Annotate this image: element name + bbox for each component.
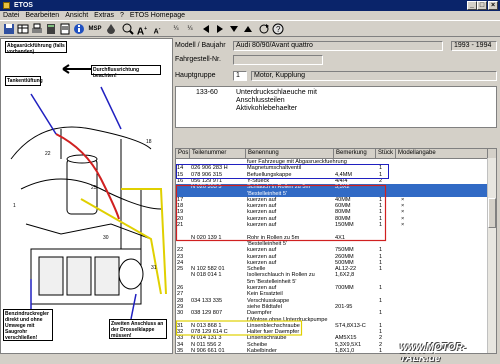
- modell-label: Modell / Baujahr: [175, 42, 226, 49]
- print-icon[interactable]: [31, 23, 43, 35]
- callout-benzindruckregler: Benzindruckregler direkt und ohne Umwege…: [3, 309, 53, 341]
- parts-diagram: 22 25 18 1 30 31: [10, 64, 167, 320]
- col-pos[interactable]: Pos: [176, 149, 190, 158]
- menu-extras[interactable]: Extras: [91, 11, 117, 20]
- title-bar: ETOS _ □ ×: [0, 0, 500, 11]
- window-title: ETOS: [14, 2, 33, 9]
- table-icon[interactable]: [17, 23, 29, 35]
- callout-abgasrueckfuehrung: Abgasrückführung (falls vorhanden): [5, 41, 67, 55]
- hauptgruppe-number[interactable]: 1: [233, 71, 247, 81]
- callout-drosselklappe: Zweiten Anschluss an der Drosselklappe m…: [109, 319, 167, 339]
- document-icon[interactable]: [59, 23, 71, 35]
- menu-ansicht[interactable]: Ansicht: [62, 11, 91, 20]
- fahrgestell-field[interactable]: [233, 55, 323, 65]
- col-benennung[interactable]: Benennung: [246, 149, 334, 158]
- arrow-right-icon[interactable]: [214, 23, 226, 35]
- arrow-left-icon[interactable]: [200, 23, 212, 35]
- svg-text:22: 22: [45, 151, 51, 157]
- col-teilenummer[interactable]: Teilenummer: [190, 149, 246, 158]
- menu-help[interactable]: ?: [117, 11, 127, 20]
- arrow-down-icon[interactable]: [228, 23, 240, 35]
- col-bemerkung[interactable]: Bemerkung: [334, 149, 376, 158]
- menu-bar: Datei Bearbeiten Ansicht Extras? ETOS Homepa…: [0, 11, 500, 20]
- hauptgruppe-field[interactable]: Motor, Kupplung: [251, 71, 497, 81]
- parts-table: Pos Teilenummer Benennung Bemerkung Stüc…: [175, 148, 497, 354]
- menu-etos-homepage[interactable]: ETOS Homepage: [127, 11, 188, 20]
- section-code: 133-60: [196, 89, 218, 96]
- arrow-up-icon[interactable]: [242, 23, 254, 35]
- section-desc-line-2: Anschlussteilen: [236, 97, 285, 104]
- callout-tankentlueftung: Tankentlüftung: [5, 76, 43, 86]
- maximize-button[interactable]: □: [477, 1, 487, 10]
- help-icon[interactable]: ?: [272, 23, 284, 35]
- info-icon[interactable]: [73, 23, 85, 35]
- fahrgestell-label: Fahrgestell-Nr.: [175, 56, 221, 63]
- catalog-pane: Modell / Baujahr Audi 80/90/Avant quattr…: [173, 38, 500, 354]
- parts-diagram-pane[interactable]: 22 25 18 1 30 31 Abgasrückführung (falls…: [0, 38, 173, 354]
- col-stueck[interactable]: Stück: [376, 149, 396, 158]
- table-scrollbar[interactable]: [487, 158, 496, 353]
- font-smaller-button[interactable]: A-: [151, 23, 163, 35]
- year-field[interactable]: 1993 - 1994: [451, 41, 497, 51]
- disk-icon[interactable]: [3, 23, 15, 35]
- table-header: Pos Teilenummer Benennung Bemerkung Stüc…: [176, 149, 496, 159]
- col-modellangabe[interactable]: Modellangabe: [396, 149, 488, 158]
- svg-text:?: ?: [276, 25, 281, 34]
- refresh-icon[interactable]: [258, 23, 270, 35]
- calculator-icon[interactable]: [45, 23, 57, 35]
- menu-bearbeiten[interactable]: Bearbeiten: [22, 11, 62, 20]
- svg-text:30: 30: [103, 235, 109, 241]
- svg-text:1: 1: [13, 203, 16, 209]
- scrollbar-thumb[interactable]: [488, 198, 496, 228]
- minimize-button[interactable]: _: [467, 1, 477, 10]
- svg-text:31: 31: [151, 265, 157, 271]
- close-button[interactable]: ×: [488, 1, 498, 10]
- svg-text:18: 18: [146, 139, 152, 145]
- size-text-button-1[interactable]: ¼: [170, 23, 182, 35]
- drop-icon[interactable]: [105, 23, 117, 35]
- app-icon: [3, 2, 10, 9]
- modell-field[interactable]: Audi 80/90/Avant quattro: [233, 41, 443, 51]
- hauptgruppe-label: Hauptgruppe: [175, 72, 216, 79]
- font-larger-button[interactable]: A+: [135, 23, 149, 37]
- callout-durchflussrichtung: Durchflussrichtung beachten!: [91, 65, 161, 79]
- zoom-in-icon[interactable]: [122, 23, 134, 35]
- toolbar: MSP A+ A- ¼ ¼ ?: [0, 20, 500, 37]
- watermark: www.MOTOR-TALK.de: [400, 342, 467, 364]
- size-text-button-2[interactable]: ¼: [184, 23, 196, 35]
- svg-text:25: 25: [91, 185, 97, 191]
- section-desc-line-1: Unterdruckschlaeuche mit: [236, 89, 317, 96]
- section-desc-line-3: Aktivkohlebehaelter: [236, 105, 298, 112]
- menu-datei[interactable]: Datei: [0, 11, 22, 20]
- msp-button[interactable]: MSP: [87, 23, 103, 35]
- section-description-box: 133-60 Unterdruckschlaeuche mit Anschlus…: [175, 86, 497, 128]
